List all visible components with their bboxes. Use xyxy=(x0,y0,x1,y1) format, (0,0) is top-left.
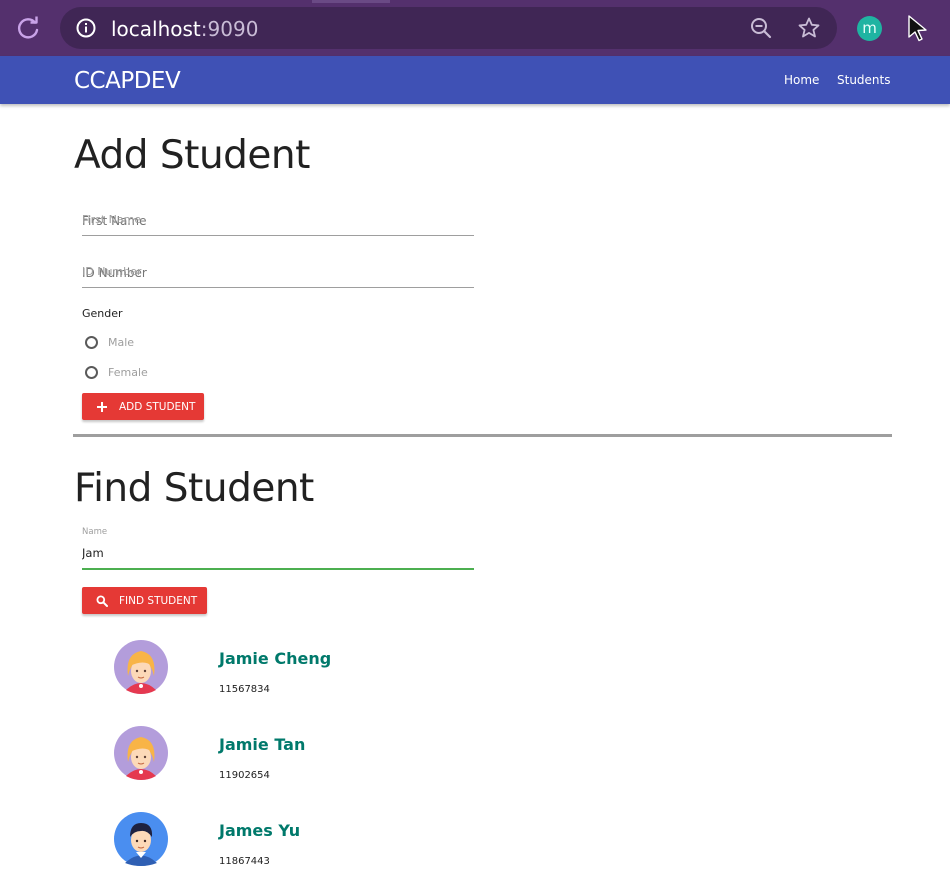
female-avatar-icon xyxy=(114,726,168,780)
reload-icon[interactable] xyxy=(14,14,42,42)
name-search-underline xyxy=(82,568,474,570)
address-bar[interactable]: localhost:9090 xyxy=(60,7,837,49)
nav-link-home[interactable]: Home xyxy=(784,73,819,87)
add-student-title: Add Student xyxy=(74,133,310,178)
id-number-underline xyxy=(82,287,474,288)
browser-toolbar: localhost:9090 m xyxy=(0,0,950,56)
zoom-out-icon[interactable] xyxy=(750,17,772,39)
section-divider xyxy=(73,434,892,437)
app-navbar: CCAPDEV Home Students xyxy=(0,56,950,104)
url-host: localhost xyxy=(111,17,201,41)
first-name-placeholder: First Name xyxy=(82,213,142,226)
bookmark-star-icon[interactable] xyxy=(797,16,821,40)
nav-link-students[interactable]: Students xyxy=(837,73,891,87)
student-id: 11567834 xyxy=(219,684,270,695)
student-name[interactable]: Jamie Tan xyxy=(219,735,305,754)
find-student-button[interactable]: FIND STUDENT xyxy=(82,587,207,614)
name-field-label: Name xyxy=(82,527,108,537)
active-tab-indicator xyxy=(312,0,390,3)
find-student-title: Find Student xyxy=(74,466,314,511)
brand-logo[interactable]: CCAPDEV xyxy=(74,68,181,94)
male-avatar-icon xyxy=(114,812,168,866)
gender-label-female[interactable]: Female xyxy=(108,366,148,379)
gender-radio-female[interactable] xyxy=(85,366,98,379)
student-name[interactable]: James Yu xyxy=(219,821,300,840)
student-result-item[interactable]: James Yu 11867443 xyxy=(114,812,514,872)
student-id: 11902654 xyxy=(219,770,270,781)
gender-radio-male[interactable] xyxy=(85,336,98,349)
add-student-button[interactable]: ADD STUDENT xyxy=(82,393,204,420)
student-result-item[interactable]: Jamie Tan 11902654 xyxy=(114,726,514,786)
cursor-icon xyxy=(908,15,927,42)
first-name-underline xyxy=(82,235,474,236)
add-student-button-label: ADD STUDENT xyxy=(119,400,196,413)
plus-icon xyxy=(97,401,107,412)
female-avatar-icon xyxy=(114,640,168,694)
student-name[interactable]: Jamie Cheng xyxy=(219,649,331,668)
url-port: :9090 xyxy=(200,17,259,41)
name-search-field: Name xyxy=(82,525,474,571)
name-search-input[interactable] xyxy=(82,543,474,563)
first-name-field: First Name xyxy=(82,206,474,238)
search-icon xyxy=(96,595,108,607)
profile-avatar[interactable]: m xyxy=(857,16,882,41)
find-student-button-label: FIND STUDENT xyxy=(119,594,198,607)
id-number-field: ID Number xyxy=(82,258,474,290)
url-text[interactable]: localhost:9090 xyxy=(111,17,258,41)
student-id: 11867443 xyxy=(219,856,270,867)
id-number-placeholder: ID Number xyxy=(82,265,142,278)
student-result-item[interactable]: Jamie Cheng 11567834 xyxy=(114,640,514,700)
gender-label: Gender xyxy=(82,307,123,320)
gender-label-male[interactable]: Male xyxy=(108,336,134,349)
info-icon[interactable] xyxy=(76,18,96,38)
